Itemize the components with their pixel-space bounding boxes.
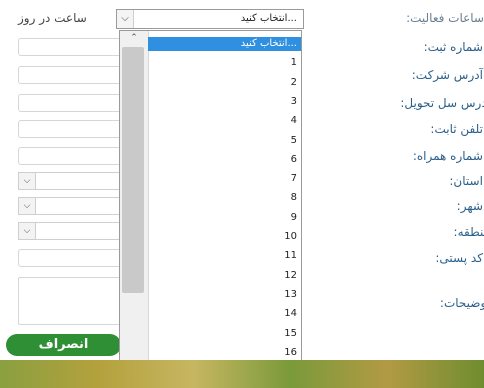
scrollbar-thumb[interactable] bbox=[122, 47, 144, 293]
work-hours-dropdown-list[interactable]: ⌃ ⌄ انتخاب کنید...1234567891011121314151… bbox=[119, 30, 302, 384]
form-label: منطقه: bbox=[454, 225, 484, 239]
work-hours-select-value: انتخاب کنید... bbox=[240, 13, 297, 24]
form-label: •شماره همراه: bbox=[413, 149, 484, 163]
form-label-text: تلفن ثابت: bbox=[430, 122, 483, 136]
form-label-text: آدرس شرکت: bbox=[411, 68, 483, 82]
form-label-text: منطقه: bbox=[453, 225, 484, 239]
dropdown-option[interactable]: 2 bbox=[148, 76, 301, 90]
dropdown-option[interactable]: 7 bbox=[148, 172, 301, 186]
dropdown-option[interactable]: 12 bbox=[148, 269, 301, 283]
work-hours-suffix: ساعت در روز bbox=[18, 11, 87, 25]
dropdown-option[interactable]: 9 bbox=[148, 211, 301, 225]
form-label-text: آدرس سل تحویل: bbox=[400, 96, 484, 110]
cancel-button[interactable]: انصراف bbox=[6, 334, 121, 356]
form-label: •کد پستی: bbox=[435, 251, 484, 265]
dropdown-option[interactable]: 1 bbox=[148, 56, 301, 70]
mobile-input[interactable] bbox=[18, 147, 126, 165]
form-label: •شهر: bbox=[457, 199, 484, 213]
dropdown-option[interactable]: 4 bbox=[148, 114, 301, 128]
dropdown-option[interactable]: 16 bbox=[148, 346, 301, 360]
form-label: •آدرس شرکت: bbox=[412, 68, 484, 82]
form-label: •تلفن ثابت: bbox=[430, 122, 484, 136]
form-label: توضیحات: bbox=[440, 296, 484, 310]
footer-decor bbox=[0, 360, 484, 388]
chevron-down-icon[interactable]: ⌵ bbox=[19, 223, 36, 239]
form-label-text: شهر: bbox=[456, 199, 483, 213]
form-label: •استان: bbox=[449, 174, 484, 188]
form-label-text: استان: bbox=[449, 174, 483, 188]
form-label-text: کد پستی: bbox=[435, 251, 483, 265]
chevron-down-icon[interactable]: ⌵ bbox=[19, 198, 36, 214]
chevron-down-icon[interactable]: ⌵ bbox=[117, 10, 134, 28]
province-select[interactable]: ⌵ bbox=[18, 172, 126, 190]
form-label: •شماره ثبت: bbox=[424, 40, 484, 54]
scroll-up-icon[interactable]: ⌃ bbox=[120, 31, 148, 45]
form-label-text: شماره همراه: bbox=[412, 149, 483, 163]
work-hours-label: ساعات فعالیت: bbox=[406, 11, 484, 25]
company-address-input[interactable] bbox=[18, 66, 126, 84]
postal-code-input[interactable] bbox=[18, 249, 126, 267]
dropdown-option[interactable]: 13 bbox=[148, 288, 301, 302]
landline-input[interactable] bbox=[18, 120, 126, 138]
dropdown-option[interactable]: 14 bbox=[148, 307, 301, 321]
region-select[interactable]: ⌵ bbox=[18, 222, 126, 240]
dropdown-scrollbar[interactable]: ⌃ ⌄ bbox=[120, 31, 149, 383]
dropdown-option[interactable]: 8 bbox=[148, 191, 301, 205]
dropdown-option[interactable]: 5 bbox=[148, 134, 301, 148]
form-label: آدرس سل تحویل: bbox=[400, 96, 484, 110]
dropdown-option[interactable]: 10 bbox=[148, 230, 301, 244]
form-label-text: شماره ثبت: bbox=[423, 40, 483, 54]
description-textarea[interactable] bbox=[18, 277, 126, 325]
delivery-address-input[interactable] bbox=[18, 94, 126, 112]
city-select[interactable]: ⌵ bbox=[18, 197, 126, 215]
dropdown-option[interactable]: 11 bbox=[148, 249, 301, 263]
registration-number-input[interactable] bbox=[18, 38, 126, 56]
chevron-down-icon[interactable]: ⌵ bbox=[19, 173, 36, 189]
form-label-text: توضیحات: bbox=[439, 296, 484, 310]
work-hours-select[interactable]: ⌵ انتخاب کنید... bbox=[116, 9, 304, 29]
dropdown-option[interactable]: انتخاب کنید... bbox=[148, 37, 301, 51]
dropdown-option[interactable]: 6 bbox=[148, 153, 301, 167]
dropdown-option[interactable]: 15 bbox=[148, 327, 301, 341]
dropdown-option[interactable]: 3 bbox=[148, 95, 301, 109]
